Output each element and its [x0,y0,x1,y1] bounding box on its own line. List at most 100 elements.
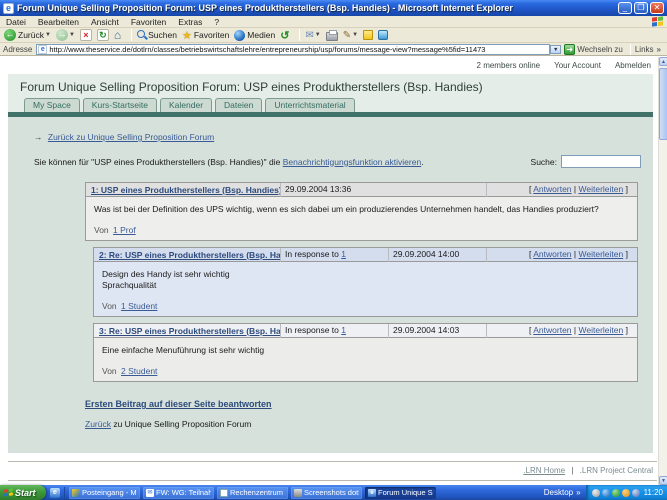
tab-dateien[interactable]: Dateien [215,98,262,112]
menu-favoriten[interactable]: Favoriten [125,17,172,27]
task-label: Rechenzentrum Uni K... [230,488,285,497]
tab-kalender[interactable]: Kalender [160,98,212,112]
reply-link[interactable]: Antworten [533,249,571,259]
tray-icon[interactable] [622,489,630,497]
desktop-toolbar[interactable]: Desktop » [544,488,586,497]
panel-header: Forum Unique Selling Proposition Forum: … [8,74,653,112]
search-button[interactable]: Suchen [137,30,177,40]
forward-link[interactable]: Weiterleiten [579,184,624,194]
address-input[interactable]: e http://www.theservice.de/dotlrn/classe… [36,44,550,55]
mail-dropdown-icon[interactable]: ▼ [315,32,321,38]
back-dropdown-icon[interactable]: ▼ [45,32,51,38]
refresh-button[interactable]: ↻ [97,29,109,41]
forum-search-input[interactable] [561,155,641,168]
ie-icon: e [368,489,376,497]
logout-link[interactable]: Abmelden [615,61,651,70]
tray-icon[interactable] [602,489,610,497]
in-response-link[interactable]: 1 [341,325,346,335]
tab-my-space[interactable]: My Space [24,98,80,112]
reply-link[interactable]: Antworten [533,325,571,335]
links-chevron-icon[interactable]: » [657,45,661,54]
stop-button[interactable]: × [80,29,92,41]
media-button[interactable]: Medien [234,30,275,41]
tab-kurs-startseite[interactable]: Kurs-Startseite [83,98,157,112]
quick-launch-ie-icon[interactable]: e [50,488,60,498]
forum-message-3: 3: Re: USP eines Produktherstellers (Bsp… [93,323,638,382]
scrollbar-thumb[interactable] [659,68,667,140]
messenger-button[interactable] [363,30,373,40]
menu-bearbeiten[interactable]: Bearbeiten [32,17,85,27]
system-tray: 11:20 [586,485,667,500]
menu-datei[interactable]: Datei [0,17,32,27]
media-label: Medien [247,30,275,40]
minimize-button[interactable]: _ [618,2,632,14]
menu-hilfe[interactable]: ? [208,17,225,27]
lrn-project-central-link[interactable]: .LRN Project Central [580,466,653,475]
in-response-link[interactable]: 1 [341,249,346,259]
favorites-button[interactable]: ★ Favoriten [182,29,229,42]
back-to-forum-row: → Zurück zu Unique Selling Proposition F… [8,117,653,142]
lrn-home-link[interactable]: .LRN Home [523,466,565,475]
message-author-row: Von 1 Student [102,301,629,311]
message-subject-link[interactable]: 3: Re: USP eines Produktherstellers (Bsp… [99,326,280,336]
message-header: 1: USP eines Produktherstellers (Bsp. Ha… [86,183,637,197]
task-screenshots[interactable]: Screenshots dotLRN... [291,487,362,499]
desktop-chevron-icon[interactable]: » [576,488,580,497]
task-buttons: Posteingang - Micros... ✉ FW: WG: Teilna… [69,487,436,499]
forward-button[interactable]: → ▼ [56,29,75,41]
vertical-scrollbar[interactable]: ▲ ▼ [658,57,667,485]
message-subject-link[interactable]: 2: Re: USP eines Produktherstellers (Bsp… [99,250,280,260]
discuss-button[interactable] [378,30,388,40]
history-button[interactable]: ↺ [280,29,289,42]
bracket: ] [626,249,628,259]
task-mail-message[interactable]: ✉ FW: WG: Teilnahme v... [143,487,214,499]
message-body: Design des Handy ist sehr wichtig Sprach… [94,262,637,316]
reply-link[interactable]: Antworten [533,184,571,194]
menu-ansicht[interactable]: Ansicht [85,17,125,27]
tray-icon[interactable] [612,489,620,497]
search-label: Suchen [148,30,177,40]
reply-first-post-link[interactable]: Ersten Beitrag auf dieser Seite beantwor… [85,399,272,409]
forward-link[interactable]: Weiterleiten [579,249,624,259]
tray-icon[interactable] [632,489,640,497]
page-favicon: e [38,45,47,54]
mail-button[interactable]: ✉ ▼ [305,30,320,41]
forward-link[interactable]: Weiterleiten [579,325,624,335]
forward-dropdown-icon[interactable]: ▼ [69,32,75,38]
back-button[interactable]: ← Zurück ▼ [4,29,51,41]
bracket: [ [529,325,531,335]
address-dropdown-icon[interactable]: ▼ [550,45,561,54]
links-label[interactable]: Links [635,45,654,54]
task-forum-active[interactable]: e Forum Unique Selling ... [365,487,436,499]
restore-button[interactable]: ❐ [634,2,648,14]
task-posteingang[interactable]: Posteingang - Micros... [69,487,140,499]
scroll-down-button[interactable]: ▼ [659,476,667,485]
notification-activate-link[interactable]: Benachrichtigungsfunktion aktivieren [283,157,421,167]
edit-button[interactable]: ✎ ▼ [343,30,358,41]
task-rechenzentrum[interactable]: Rechenzentrum Uni K... [217,487,288,499]
your-account-link[interactable]: Your Account [554,61,601,70]
menu-extras[interactable]: Extras [172,17,208,27]
start-button[interactable]: Start [0,485,46,500]
browser-toolbar: ← Zurück ▼ → ▼ × ↻ ⌂ Suchen ★ Favoriten … [0,28,667,43]
tab-unterrichtsmaterial[interactable]: Unterrichtsmaterial [265,98,354,112]
bottom-back-link[interactable]: Zurück [85,419,111,429]
tray-icon[interactable] [592,489,600,497]
back-label: Zurück [18,30,44,40]
message-list: 1: USP eines Produktherstellers (Bsp. Ha… [8,182,653,382]
close-button[interactable]: ✕ [650,2,664,14]
author-link[interactable]: 2 Student [121,366,157,376]
address-url[interactable]: http://www.theservice.de/dotlrn/classes/… [49,45,548,54]
go-button[interactable]: ➜ Wechseln zu [564,44,623,55]
scroll-up-button[interactable]: ▲ [659,57,667,66]
bracket: [ [529,184,531,194]
author-link[interactable]: 1 Prof [113,225,136,235]
print-button[interactable] [326,30,338,41]
edit-dropdown-icon[interactable]: ▼ [352,32,358,38]
message-subject-link[interactable]: 1: USP eines Produktherstellers (Bsp. Ha… [91,185,280,195]
author-link[interactable]: 1 Student [121,301,157,311]
back-to-forum-link[interactable]: Zurück zu Unique Selling Proposition For… [48,132,214,142]
arrow-icon: → [34,132,43,142]
taskbar: Start e Posteingang - Micros... ✉ FW: WG… [0,485,667,500]
home-button[interactable]: ⌂ [114,29,121,41]
